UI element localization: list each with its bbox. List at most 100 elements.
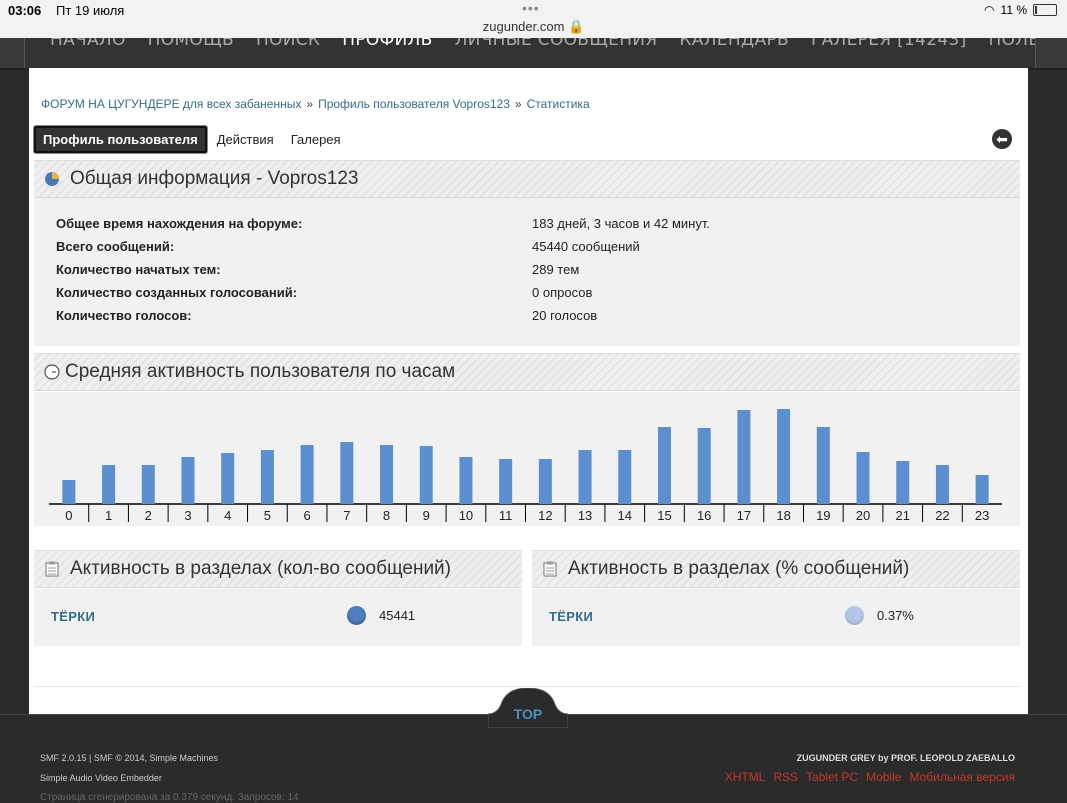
board-link-terki-pct[interactable]: ТЁРКИ	[549, 609, 593, 624]
bar-hour-12	[538, 459, 552, 504]
top-label: TOP	[514, 706, 543, 722]
nav-item-5[interactable]: КАЛЕНДАРЬ	[668, 38, 800, 50]
tab-profile[interactable]: Профиль пользователя	[34, 126, 207, 153]
bar-hour-21	[896, 461, 910, 504]
hourly-activity-chart: 0 1 2 3 4 5 6 7 8 9 10 11 12 13 14 15 16 17 18 19 20 21 22 23	[49, 409, 1002, 523]
tab-gallery[interactable]: Галерея	[284, 128, 348, 151]
breadcrumb: ФОРУМ НА ЦУГУНДЕРЕ для всех забаненных» П…	[41, 97, 590, 111]
nav-item-2[interactable]: ПОИСК	[245, 38, 331, 50]
clipboard-icon	[543, 561, 557, 577]
tab-actions[interactable]: Действия	[210, 128, 281, 151]
nav-item-0[interactable]: НАЧАЛО	[39, 38, 137, 50]
bar-hour-14	[618, 450, 632, 504]
info-row: Количество начатых тем: 289 тем	[56, 262, 1016, 277]
breadcrumb-stats[interactable]: Статистика	[527, 97, 590, 111]
tick-label-3: 3	[184, 508, 191, 523]
device-status-bar: 03:06 Пт 19 июля ••• zugunder.com 🔒 ◠ 11…	[0, 0, 1067, 38]
board-link-terki[interactable]: ТЁРКИ	[51, 609, 95, 624]
tick-label-20: 20	[856, 508, 870, 523]
address-bar[interactable]: zugunder.com 🔒	[0, 19, 1067, 35]
activity-chart-panel: 0 1 2 3 4 5 6 7 8 9 10 11 12 13 14 15 16 17 18 19 20 21 22 23	[34, 392, 1020, 526]
activity-title: Средняя активность пользователя по часам	[65, 361, 456, 382]
clock-icon	[44, 364, 60, 380]
footer-links: XHTML RSS Tablet PC Mobile Мобильная версия	[725, 770, 1015, 784]
pie-chart-icon	[45, 172, 59, 186]
status-right: ◠ 11 %	[984, 3, 1057, 17]
tick-label-9: 9	[423, 508, 430, 523]
divider	[34, 686, 1020, 687]
tick-label-19: 19	[816, 508, 830, 523]
bar-hour-6	[300, 445, 314, 504]
breadcrumb-profile[interactable]: Профиль пользователя Vopros123	[318, 97, 510, 111]
info-label: Всего сообщений:	[56, 239, 175, 254]
bar-hour-3	[181, 457, 195, 504]
bar-hour-13	[578, 450, 592, 504]
more-dots-icon[interactable]: •••	[522, 0, 540, 16]
info-label: Количество голосов:	[56, 308, 192, 323]
nav-item-7[interactable]: ПОЛЬЗОВАТЕЛИ	[978, 38, 1035, 50]
profile-tabs: Профиль пользователя Действия Галерея	[34, 126, 351, 153]
date: Пт 19 июля	[56, 3, 125, 18]
battery-percent: 11 %	[1000, 3, 1027, 17]
tick-label-15: 15	[657, 508, 671, 523]
footer-link-3[interactable]: Mobile	[866, 770, 901, 784]
boards-pct-header: Активность в разделах (% сообщений)	[532, 550, 1020, 588]
info-value: 289 тем	[532, 262, 580, 277]
tick-label-5: 5	[264, 508, 271, 523]
general-info-title: Общая информация - Vopros123	[70, 168, 359, 189]
bar-hour-16	[697, 428, 711, 504]
info-label: Количество созданных голосований:	[56, 285, 298, 300]
boards-pct-panel: ТЁРКИ 0.37%	[532, 589, 1020, 646]
count-dot-icon	[347, 606, 366, 625]
tick-label-1: 1	[105, 508, 112, 523]
info-row: Всего сообщений: 45440 сообщений	[56, 239, 1016, 254]
info-value: 45440 сообщений	[532, 239, 640, 254]
footer-link-1[interactable]: RSS	[773, 770, 798, 784]
nav-item-4[interactable]: ЛИЧНЫЕ СООБЩЕНИЯ	[444, 38, 669, 50]
nav-item-3[interactable]: ПРОФИЛЬ	[331, 38, 443, 50]
tick-label-8: 8	[383, 508, 390, 523]
bar-hour-22	[935, 465, 949, 504]
bar-hour-7	[340, 442, 354, 504]
nav-item-1[interactable]: ПОМОЩЬ	[137, 38, 245, 50]
tick-label-12: 12	[538, 508, 552, 523]
pct-dot-icon	[845, 606, 864, 625]
bar-hour-0	[62, 480, 76, 504]
url-text: zugunder.com	[482, 19, 565, 34]
boards-pct-title: Активность в разделах (% сообщений)	[568, 558, 910, 579]
board-count-value: 45441	[379, 608, 416, 623]
info-row: Количество голосов: 20 голосов	[56, 308, 1016, 323]
bar-hour-9	[419, 446, 433, 504]
general-info-panel: Общее время нахождения на форуме: 183 дне…	[34, 198, 1020, 346]
footer-link-0[interactable]: XHTML	[725, 770, 766, 784]
info-value: 183 дней, 3 часов и 42 минут.	[532, 216, 710, 231]
tick-label-16: 16	[697, 508, 711, 523]
tick-label-2: 2	[145, 508, 152, 523]
back-arrow-icon[interactable]: ⬅	[992, 129, 1012, 149]
tick-label-22: 22	[935, 508, 949, 523]
bar-hour-4	[221, 453, 235, 504]
main-nav: НАЧАЛО ПОМОЩЬ ПОИСК ПРОФИЛЬ ЛИЧНЫЕ СООБЩЕНИЯ…	[0, 38, 1067, 70]
tick-label-10: 10	[459, 508, 473, 523]
tick-label-6: 6	[303, 508, 310, 523]
nav-item-6[interactable]: ГАЛЕРЕЯ [14243]	[800, 38, 978, 50]
bar-hour-1	[102, 465, 116, 504]
clock: 03:06	[8, 3, 42, 18]
bar-hour-20	[856, 452, 870, 504]
tick-label-17: 17	[737, 508, 751, 523]
tick-label-23: 23	[975, 508, 989, 523]
tick-label-11: 11	[499, 508, 513, 523]
bar-hour-23	[975, 475, 989, 504]
tick-label-21: 21	[895, 508, 909, 523]
tick-label-18: 18	[776, 508, 790, 523]
footer-gen-time: Страница сгенерирована за 0.379 секунд. …	[40, 792, 299, 803]
footer-link-4[interactable]: Мобильная версия	[909, 770, 1015, 784]
activity-header: Средняя активность пользователя по часам	[34, 353, 1020, 391]
scroll-top-button[interactable]: TOP	[488, 688, 568, 728]
tick-label-14: 14	[618, 508, 632, 523]
info-value: 0 опросов	[532, 285, 593, 300]
breadcrumb-forum[interactable]: ФОРУМ НА ЦУГУНДЕРЕ для всех забаненных	[41, 97, 301, 111]
bar-hour-10	[459, 457, 473, 504]
footer-link-2[interactable]: Tablet PC	[806, 770, 858, 784]
info-label: Количество начатых тем:	[56, 262, 221, 277]
